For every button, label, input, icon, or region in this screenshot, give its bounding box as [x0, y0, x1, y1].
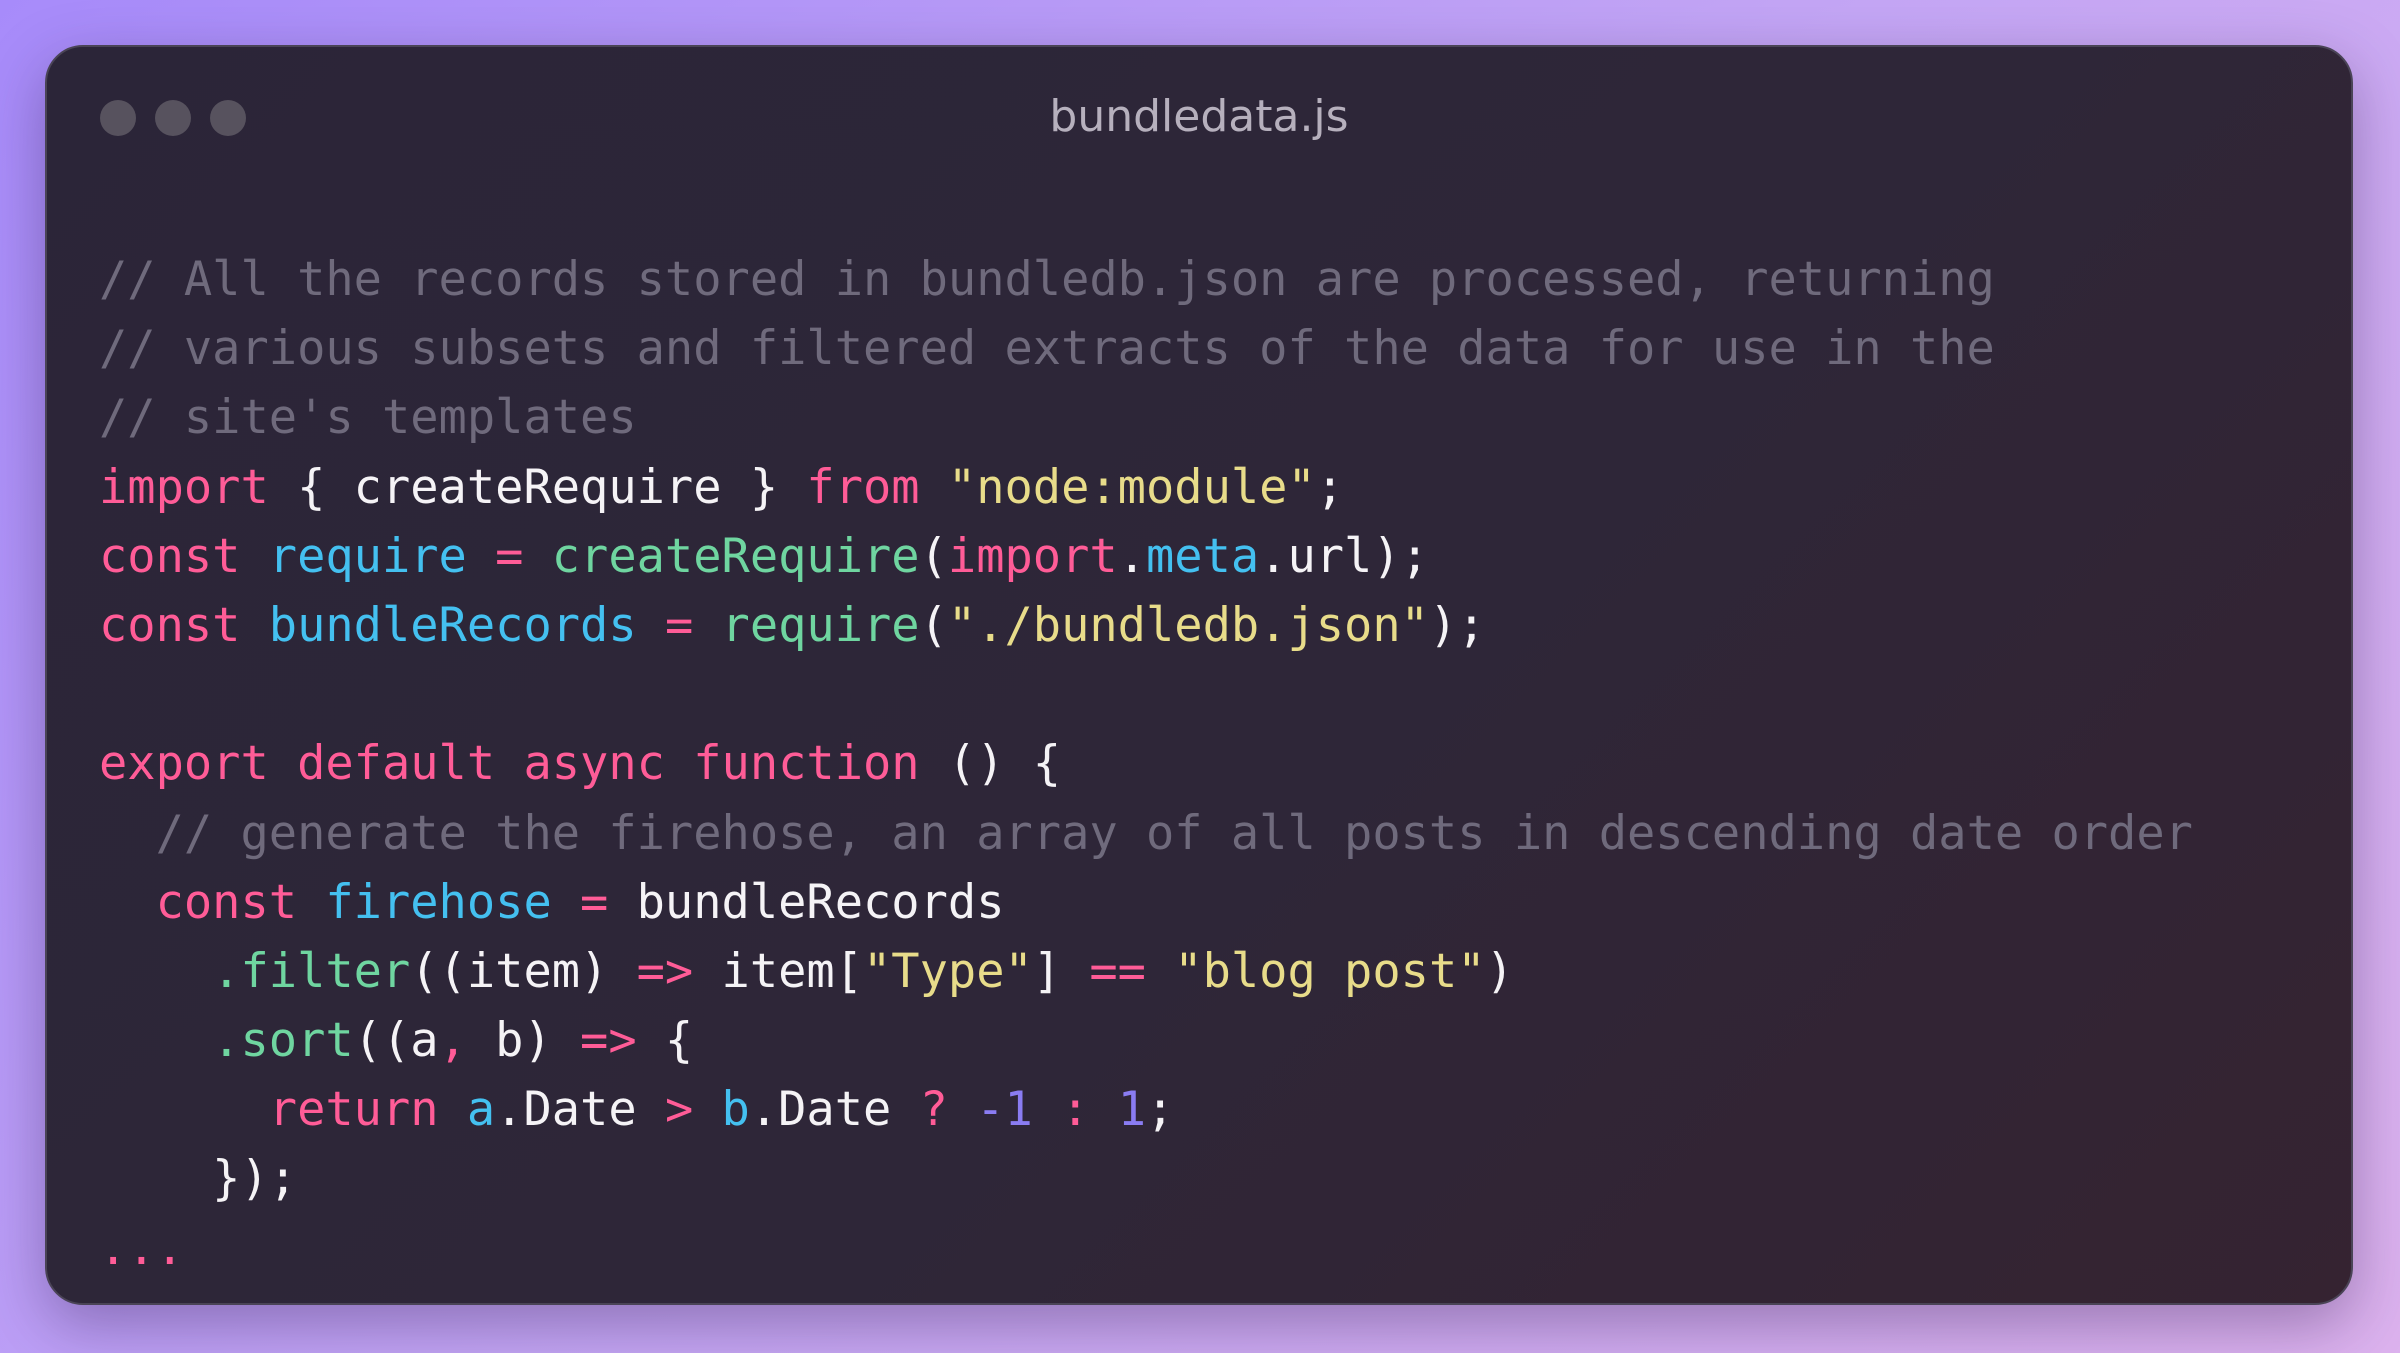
code-token: ); — [1428, 597, 1486, 653]
code-token: const — [99, 597, 241, 653]
code-token: = — [495, 528, 524, 584]
code-token: "node:module" — [947, 459, 1316, 515]
code-token: import — [947, 528, 1118, 584]
code-token: // All the records stored in bundledb.js… — [99, 252, 1995, 307]
code-token: item[ — [693, 943, 864, 999]
code-token: ? — [919, 1082, 948, 1138]
code-token: , — [438, 1013, 467, 1069]
code-token: const — [99, 528, 241, 584]
code-token: 1 — [1117, 1082, 1146, 1138]
code-token: createRequire — [551, 528, 920, 584]
code-token: > — [664, 1082, 694, 1138]
code-token: => — [580, 1013, 637, 1069]
code-token: ; — [1145, 1082, 1175, 1138]
code-line: // All the records stored in bundledb.js… — [99, 245, 2193, 314]
code-token: = — [580, 874, 609, 930]
code-token: ) — [1485, 943, 1514, 999]
code-token: () { — [919, 736, 1062, 792]
code-line: .filter((item) => item["Type"] == "blog … — [99, 937, 2193, 1006]
code-token: .sort — [212, 1013, 354, 1069]
code-line: .sort((a, b) => { — [99, 1006, 2193, 1075]
code-token: require — [268, 528, 467, 584]
code-line: import { createRequire } from "node:modu… — [99, 453, 2193, 522]
code-line: // generate the firehose, an array of al… — [99, 799, 2193, 868]
code-token: .Date — [749, 1082, 920, 1138]
code-token: b) — [466, 1013, 581, 1069]
code-token: // various subsets and filtered extracts… — [99, 321, 1995, 377]
code-window: bundledata.js // All the records stored … — [45, 45, 2353, 1305]
code-token: ((item) — [410, 943, 637, 999]
code-line: export default async function () { — [99, 729, 2193, 798]
code-token: export default async function — [99, 736, 920, 792]
code-token: a — [466, 1082, 496, 1138]
code-line: // site's templates — [99, 383, 2193, 452]
code-token: from — [806, 459, 920, 515]
code-token: // site's templates — [99, 390, 637, 446]
code-token: bundleRecords — [608, 874, 1005, 930]
code-token: = — [664, 597, 694, 653]
code-token: require — [721, 597, 920, 653]
code-token: { — [636, 1013, 694, 1069]
code-token: meta — [1145, 528, 1260, 584]
code-token: => — [636, 943, 694, 999]
code-token: // generate the firehose, an array of al… — [155, 805, 2193, 861]
code-line: }); — [99, 1144, 2193, 1213]
code-token: b — [721, 1082, 750, 1138]
code-token: bundleRecords — [268, 597, 637, 653]
code-line: const require = createRequire(import.met… — [99, 522, 2193, 591]
code-token: firehose — [325, 874, 552, 930]
code-line: ... — [99, 1214, 2193, 1283]
window-title: bundledata.js — [1049, 91, 1349, 142]
code-token: .url); — [1259, 528, 1429, 584]
code-token: "./bundledb.json" — [947, 597, 1429, 653]
code-token: : — [1061, 1082, 1090, 1138]
code-token: { createRequire } — [268, 459, 807, 515]
code-token: -1 — [976, 1082, 1033, 1138]
code-token: .Date — [495, 1082, 665, 1138]
code-token: ] — [1032, 943, 1090, 999]
code-line: const bundleRecords = require("./bundled… — [99, 591, 2193, 660]
code-token: import — [99, 459, 269, 515]
window-titlebar: bundledata.js — [47, 47, 2351, 197]
code-line: return a.Date > b.Date ? -1 : 1; — [99, 1075, 2193, 1144]
code-token: }); — [99, 1151, 298, 1207]
code-token: ( — [919, 597, 948, 653]
code-token: "blog post" — [1174, 943, 1486, 999]
code-token: "Type" — [863, 943, 1033, 999]
code-token: const — [155, 874, 298, 930]
code-line: // various subsets and filtered extracts… — [99, 314, 2193, 383]
code-token: ; — [1315, 459, 1345, 515]
code-token: ( — [919, 528, 948, 584]
code-token: .filter — [212, 943, 411, 999]
code-block: // All the records stored in bundledb.js… — [99, 245, 2193, 1283]
code-token: return — [268, 1082, 439, 1138]
code-token: ((a — [353, 1013, 439, 1069]
code-token: == — [1089, 943, 1146, 999]
code-token: . — [1117, 528, 1146, 584]
code-token: ... — [99, 1220, 184, 1276]
code-line: const firehose = bundleRecords — [99, 868, 2193, 937]
